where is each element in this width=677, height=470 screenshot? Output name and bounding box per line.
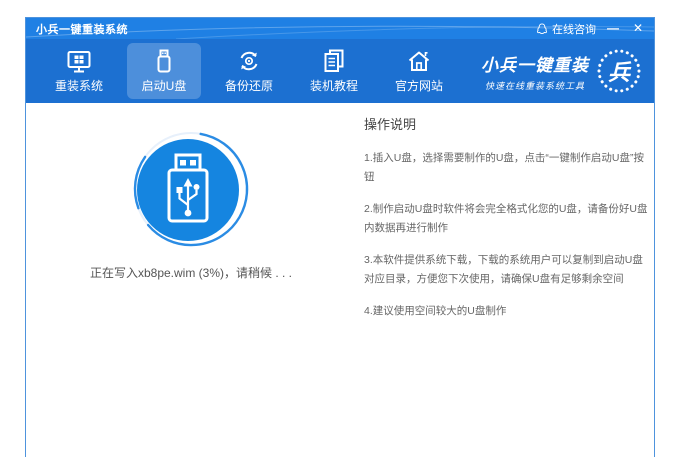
brand-tagline: 快速在线重装系统工具 [481, 79, 589, 92]
backup-restore-icon [236, 48, 262, 74]
brand-badge-char: 兵 [596, 48, 642, 94]
titlebar: 小兵一键重装系统 在线咨询 — ✕ [26, 18, 654, 39]
nav-item-boot-usb[interactable]: 启动U盘 [127, 43, 201, 99]
online-consult-label: 在线咨询 [552, 21, 596, 37]
instruction-step: 1.插入U盘，选择需要制作的U盘，点击“一键制作启动U盘”按钮 [364, 149, 648, 187]
instructions-panel: 操作说明 1.插入U盘，选择需要制作的U盘，点击“一键制作启动U盘”按钮 2.制… [356, 103, 654, 458]
nav-item-backup-restore[interactable]: 备份还原 [212, 43, 286, 99]
nav-item-reinstall-system[interactable]: 重装系统 [42, 43, 116, 99]
window-title: 小兵一键重装系统 [26, 21, 128, 37]
online-consult-link[interactable]: 在线咨询 [536, 21, 596, 37]
main-nav: 重装系统 启动U盘 备份还原 [26, 39, 654, 103]
nav-label: 启动U盘 [142, 77, 187, 94]
nav-item-tutorial[interactable]: 装机教程 [297, 43, 371, 99]
home-icon [406, 48, 432, 74]
monitor-icon [66, 48, 92, 74]
nav-label: 装机教程 [310, 77, 358, 94]
tutorial-icon [321, 48, 347, 74]
usb-progress-pane: 正在写入xb8pe.wim (3%)，请稍候 . . . [26, 103, 356, 458]
usb-write-spinner [132, 130, 250, 248]
minimize-button[interactable]: — [605, 18, 621, 39]
brand-badge: 兵 [596, 48, 642, 94]
usb-icon [151, 48, 177, 74]
instruction-step: 4.建议使用空间较大的U盘制作 [364, 302, 648, 321]
instruction-step: 2.制作启动U盘时软件将会完全格式化您的U盘，请备份好U盘内数据再进行制作 [364, 200, 648, 238]
brand-name: 小兵一键重装 [481, 51, 589, 76]
content-area: 正在写入xb8pe.wim (3%)，请稍候 . . . 操作说明 1.插入U盘… [26, 103, 654, 458]
nav-label: 重装系统 [55, 77, 103, 94]
instructions-title: 操作说明 [364, 114, 648, 133]
instruction-step: 3.本软件提供系统下载，下载的系统用户可以复制到启动U盘对应目录，方便您下次使用… [364, 251, 648, 289]
write-progress-status: 正在写入xb8pe.wim (3%)，请稍候 . . . [90, 264, 292, 281]
qq-penguin-icon [536, 23, 548, 35]
nav-item-official-website[interactable]: 官方网站 [382, 43, 456, 99]
brand-logo: 小兵一键重装 快速在线重装系统工具 兵 [481, 48, 644, 94]
nav-label: 备份还原 [225, 77, 273, 94]
close-button[interactable]: ✕ [630, 18, 646, 39]
nav-label: 官方网站 [395, 77, 443, 94]
app-window: 小兵一键重装系统 在线咨询 — ✕ 重装系统 [25, 17, 655, 457]
